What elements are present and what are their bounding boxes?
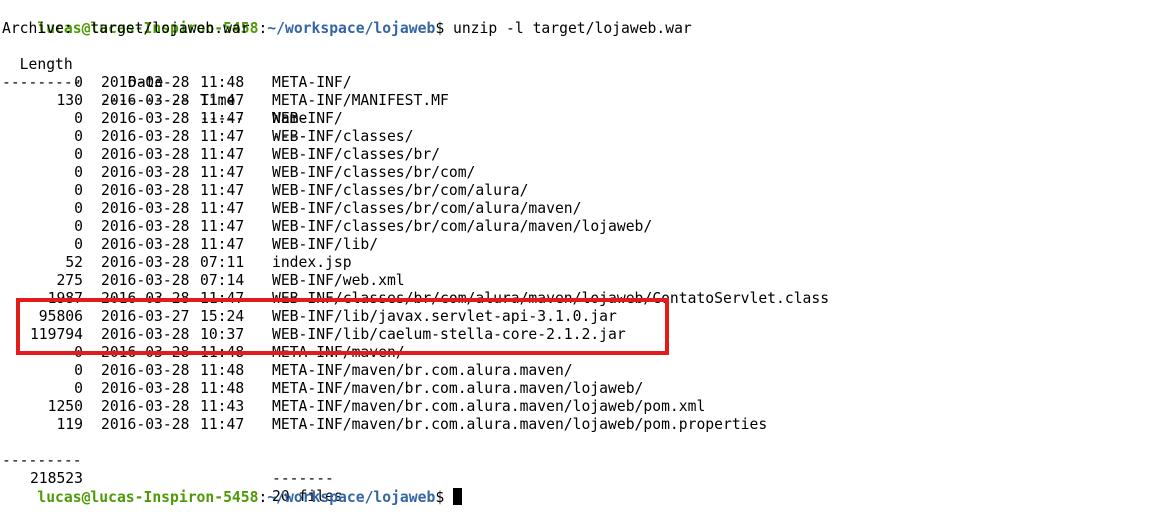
- row-time: 11:47: [200, 218, 245, 235]
- row-date: 2016-03-28: [101, 200, 190, 217]
- listing-row: 1250 2016-03-28 11:43 META-INF/maven/br.com…: [0, 398, 1152, 416]
- row-date: 2016-03-28: [101, 182, 190, 199]
- row-date: 2016-03-28: [101, 398, 190, 415]
- row-length: 0: [74, 110, 83, 127]
- row-date: 2016-03-28: [101, 236, 190, 253]
- row-length: 52: [65, 254, 83, 271]
- listing-row: 0 2016-03-28 11:47 WEB-INF/classes/br/: [0, 146, 1152, 164]
- row-date: 2016-03-28: [101, 164, 190, 181]
- listing-row: 0 2016-03-28 11:48 META-INF/maven/br.com.al…: [0, 362, 1152, 380]
- row-name: WEB-INF/classes/: [272, 128, 414, 145]
- row-date: 2016-03-28: [101, 380, 190, 397]
- row-date: 2016-03-28: [101, 128, 190, 145]
- prompt-dollar: $: [435, 20, 445, 37]
- terminal-window[interactable]: lucas@lucas-Inspiron-5458:~/workspace/lo…: [0, 0, 1152, 506]
- row-name: WEB-INF/classes/br/com/alura/maven/lojaw…: [272, 218, 653, 235]
- row-time: 11:47: [200, 92, 245, 109]
- highlight-annotation-box: [16, 298, 669, 355]
- command-line: lucas@lucas-Inspiron-5458:~/workspace/lo…: [2, 2, 691, 37]
- row-date: 2016-03-28: [101, 416, 190, 433]
- row-length: 0: [74, 218, 83, 235]
- row-date: 2016-03-28: [101, 254, 190, 271]
- row-name: WEB-INF/classes/br/com/: [272, 164, 476, 181]
- totals-row: 218523 20 files: [0, 452, 1152, 505]
- row-time: 11:43: [200, 398, 245, 415]
- listing-header: Length Date Time Name: [0, 38, 1152, 127]
- row-length: 0: [74, 200, 83, 217]
- listing-row: 0 2016-03-28 11:47 WEB-INF/classes/br/com/a…: [0, 182, 1152, 200]
- row-date: 2016-03-28: [101, 74, 190, 91]
- row-time: 07:11: [200, 254, 245, 271]
- row-name: META-INF/: [272, 74, 352, 91]
- row-time: 11:47: [200, 146, 245, 163]
- row-name: META-INF/maven/br.com.alura.maven/: [272, 362, 573, 379]
- footer-underline: --------- -------: [0, 434, 1152, 487]
- row-time: 11:47: [200, 110, 245, 127]
- row-length: 0: [74, 380, 83, 397]
- row-name: WEB-INF/classes/br/: [272, 146, 441, 163]
- row-date: 2016-03-28: [101, 218, 190, 235]
- row-time: 11:48: [200, 380, 245, 397]
- row-time: 11:47: [200, 416, 245, 433]
- listing-row: 0 2016-03-28 11:47 WEB-INF/classes/br/com/: [0, 164, 1152, 182]
- row-date: 2016-03-28: [101, 110, 190, 127]
- row-length: 0: [74, 128, 83, 145]
- listing-row: 0 2016-03-28 11:47 WEB-INF/: [0, 110, 1152, 128]
- row-time: 11:47: [200, 182, 245, 199]
- row-date: 2016-03-28: [101, 272, 190, 289]
- row-length: 0: [74, 236, 83, 253]
- row-time: 11:48: [200, 362, 245, 379]
- row-time: 11:47: [200, 128, 245, 145]
- listing-row: 52 2016-03-28 07:11 index.jsp: [0, 254, 1152, 272]
- row-time: 11:47: [200, 164, 245, 181]
- listing-row: 0 2016-03-28 11:47 WEB-INF/lib/: [0, 236, 1152, 254]
- listing-row: 0 2016-03-28 11:48 META-INF/: [0, 74, 1152, 92]
- row-time: 11:47: [200, 200, 245, 217]
- row-length: 0: [74, 362, 83, 379]
- prompt-colon: :: [258, 20, 268, 37]
- row-length: 0: [74, 182, 83, 199]
- row-time: 07:14: [200, 272, 245, 289]
- row-name: WEB-INF/: [272, 110, 343, 127]
- row-time: 11:47: [200, 236, 245, 253]
- command-text: unzip -l target/lojaweb.war: [444, 20, 692, 37]
- listing-row: 0 2016-03-28 11:47 WEB-INF/classes/br/com/a…: [0, 200, 1152, 218]
- row-name: META-INF/maven/br.com.alura.maven/lojawe…: [272, 416, 768, 433]
- row-name: META-INF/maven/br.com.alura.maven/lojawe…: [272, 398, 706, 415]
- archive-line: Archive: target/lojaweb.war: [2, 20, 250, 37]
- row-name: WEB-INF/lib/: [272, 236, 379, 253]
- listing-row: 119 2016-03-28 11:47 META-INF/maven/br.com.…: [0, 416, 1152, 434]
- row-length: 0: [74, 164, 83, 181]
- row-date: 2016-03-28: [101, 92, 190, 109]
- listing-row: 0 2016-03-28 11:47 WEB-INF/classes/br/com/a…: [0, 218, 1152, 236]
- row-time: 11:48: [200, 74, 245, 91]
- row-name: WEB-INF/classes/br/com/alura/maven/: [272, 200, 582, 217]
- row-name: META-INF/MANIFEST.MF: [272, 92, 449, 109]
- row-length: 119: [56, 416, 83, 433]
- row-length: 1250: [47, 398, 83, 415]
- listing-row: 0 2016-03-28 11:47 WEB-INF/classes/: [0, 128, 1152, 146]
- row-name: WEB-INF/web.xml: [272, 272, 405, 289]
- row-length: 0: [74, 146, 83, 163]
- row-name: META-INF/maven/br.com.alura.maven/lojawe…: [272, 380, 644, 397]
- header-underline: --------- ---------- ----- ----: [0, 56, 1152, 145]
- row-length: 130: [56, 92, 83, 109]
- text-cursor: [453, 488, 462, 505]
- row-length: 275: [56, 272, 83, 289]
- row-name: WEB-INF/classes/br/com/alura/: [272, 182, 529, 199]
- listing-row: 130 2016-03-28 11:47 META-INF/MANIFEST.MF: [0, 92, 1152, 110]
- listing-row: 0 2016-03-28 11:48 META-INF/maven/br.com.al…: [0, 380, 1152, 398]
- listing-row: 275 2016-03-28 07:14 WEB-INF/web.xml: [0, 272, 1152, 290]
- row-date: 2016-03-28: [101, 146, 190, 163]
- row-length: 0: [74, 74, 83, 91]
- prompt-path: ~/workspace/lojaweb: [267, 20, 436, 37]
- prompt-line[interactable]: lucas@lucas-Inspiron-5458:~/workspace/lo…: [2, 470, 462, 506]
- row-date: 2016-03-28: [101, 362, 190, 379]
- row-name: index.jsp: [272, 254, 352, 271]
